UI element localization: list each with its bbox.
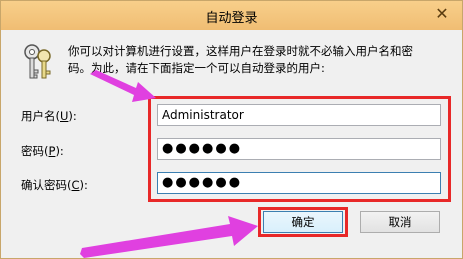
cancel-button[interactable]: 取消 (360, 211, 440, 233)
fields-highlight (148, 96, 451, 202)
arrow-to-ok-icon (80, 216, 258, 258)
close-icon[interactable]: ✕ (430, 3, 454, 25)
title-bar[interactable]: 自动登录 ✕ (1, 1, 462, 30)
password-label: 密码(P): (21, 144, 64, 158)
username-label: 用户名(U): (21, 109, 77, 123)
dialog-title: 自动登录 (205, 11, 258, 26)
confirm-password-label: 确认密码(C): (21, 178, 88, 192)
instruction-line-1: 你可以对计算机进行设置，这样用户在登录时就不必输入用户名和密 (68, 44, 413, 58)
arrow-to-fields-icon (90, 70, 156, 102)
ok-button[interactable]: 确定 (263, 211, 343, 233)
keys-icon (24, 44, 51, 79)
